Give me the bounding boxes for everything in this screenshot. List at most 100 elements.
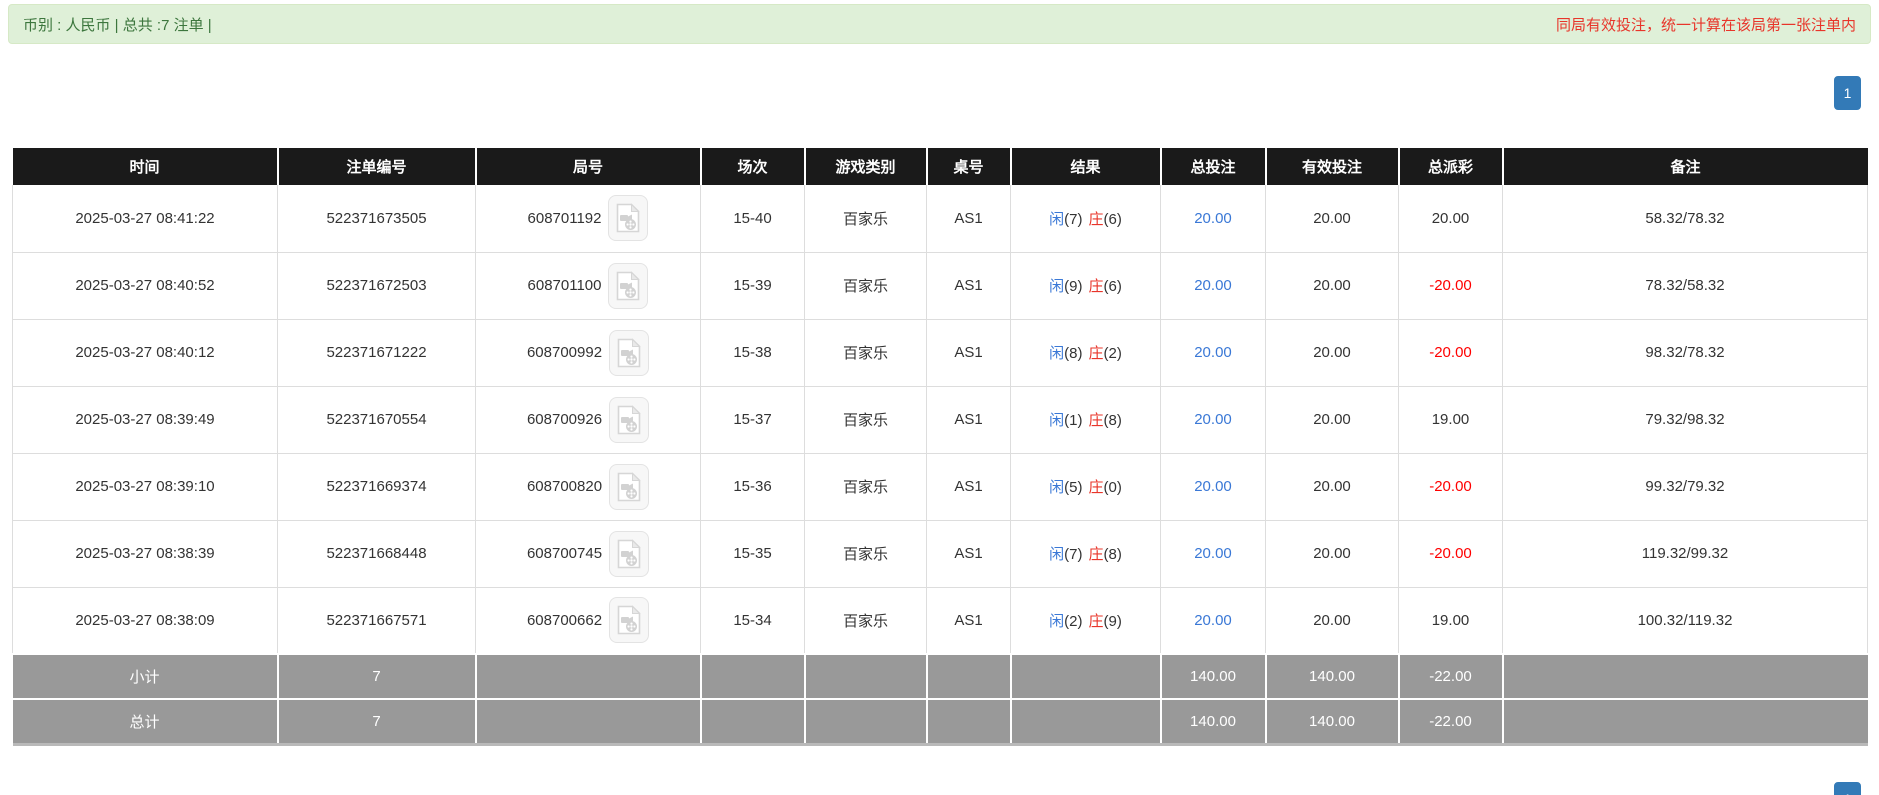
round-id-cell: 608700820 (475, 453, 701, 521)
session-cell: 15-37 (700, 386, 805, 454)
video-file-icon (617, 471, 641, 501)
result-cell: 闲(7) 庄(8) (1010, 520, 1161, 588)
table-no-cell: AS1 (926, 185, 1011, 253)
header-result: 结果 (1010, 148, 1162, 185)
table-no-cell: AS1 (926, 520, 1011, 588)
result-cell: 闲(2) 庄(9) (1010, 587, 1161, 655)
total-bet-link[interactable]: 20.00 (1194, 411, 1232, 428)
total-bet-link[interactable]: 20.00 (1194, 277, 1232, 294)
round-id-cell: 608700992 (475, 319, 701, 387)
subtotal-label: 小计 (12, 653, 279, 699)
result-player-label: 闲 (1049, 612, 1065, 630)
round-id-text: 608700926 (526, 411, 603, 428)
round-id-text: 608700745 (526, 545, 603, 562)
table-header-row: 时间 注单编号 局号 场次 游戏类别 桌号 结果 总投注 有效投注 总派彩 备注 (12, 148, 1868, 185)
payout-cell: -20.00 (1398, 453, 1503, 521)
video-file-icon (617, 203, 641, 233)
bet-id-cell: 522371670554 (277, 386, 476, 454)
result-player-label: 闲 (1049, 412, 1065, 429)
game-type-cell: 百家乐 (804, 185, 927, 253)
payout-cell: -20.00 (1398, 252, 1503, 320)
valid-bet-cell: 20.00 (1265, 386, 1399, 454)
header-round-id: 局号 (475, 148, 702, 185)
result-banker-label: 庄 (1088, 479, 1104, 496)
currency-summary-text: 币别 : 人民币 | 总共 :7 注单 | (23, 16, 212, 34)
total-bet-cell: 20.00 (1160, 386, 1266, 454)
game-type-cell: 百家乐 (804, 252, 927, 320)
header-total-bet: 总投注 (1160, 148, 1267, 185)
table-body: 2025-03-27 08:41:22 522371673505 6087011… (12, 185, 1868, 655)
table-no-cell: AS1 (926, 386, 1011, 454)
header-valid-bet: 有效投注 (1265, 148, 1400, 185)
payout-cell: -20.00 (1398, 520, 1503, 588)
table-no-cell: AS1 (926, 319, 1011, 387)
header-game-type: 游戏类别 (804, 148, 928, 185)
table-row: 2025-03-27 08:40:52 522371672503 6087011… (12, 252, 1868, 320)
total-payout: -22.00 (1398, 698, 1504, 746)
result-player-score: (7) (1064, 210, 1083, 228)
result-player-score: (8) (1064, 345, 1083, 362)
total-bet-link[interactable]: 20.00 (1194, 210, 1232, 227)
total-bet-cell: 20.00 (1160, 185, 1266, 253)
table-row: 2025-03-27 08:39:49 522371670554 6087009… (12, 386, 1868, 454)
game-type-cell: 百家乐 (804, 453, 927, 521)
round-id-text: 608701192 (527, 209, 602, 227)
video-playback-button[interactable] (608, 262, 649, 309)
table-no-cell: AS1 (926, 453, 1011, 521)
total-bet-link[interactable]: 20.00 (1194, 612, 1232, 629)
video-playback-button[interactable] (608, 195, 649, 242)
subtotal-row: 小计 7 140.00 140.00 -22.00 (12, 653, 1868, 699)
header-remark: 备注 (1502, 148, 1868, 185)
result-player-label: 闲 (1049, 210, 1065, 228)
total-total-bet: 140.00 (1160, 698, 1267, 746)
header-payout: 总派彩 (1398, 148, 1504, 185)
total-bet-cell: 20.00 (1160, 453, 1266, 521)
session-cell: 15-38 (700, 319, 805, 387)
total-label: 总计 (12, 698, 279, 746)
video-playback-button[interactable] (609, 329, 650, 376)
table-row: 2025-03-27 08:38:09 522371667571 6087006… (12, 587, 1868, 655)
pagination-page-1-bottom[interactable]: 1 (1834, 782, 1861, 795)
result-player-score: (2) (1064, 612, 1083, 630)
table-row: 2025-03-27 08:39:10 522371669374 6087008… (12, 453, 1868, 521)
session-cell: 15-35 (700, 520, 805, 588)
total-bet-link[interactable]: 20.00 (1194, 478, 1232, 495)
video-playback-button[interactable] (609, 463, 650, 510)
bet-records-table: 时间 注单编号 局号 场次 游戏类别 桌号 结果 总投注 有效投注 总派彩 备注… (12, 148, 1868, 746)
result-player-score: (1) (1064, 412, 1083, 429)
result-banker-score: (0) (1103, 479, 1122, 496)
total-bet-cell: 20.00 (1160, 252, 1266, 320)
valid-bet-cell: 20.00 (1265, 252, 1399, 320)
bet-id-cell: 522371668448 (277, 520, 476, 588)
subtotal-total-bet: 140.00 (1160, 653, 1267, 699)
result-cell: 闲(1) 庄(8) (1010, 386, 1161, 454)
total-bet-link[interactable]: 20.00 (1194, 344, 1232, 361)
round-id-cell: 608701192 (475, 185, 701, 253)
result-banker-label: 庄 (1088, 278, 1104, 295)
remark-cell: 99.32/79.32 (1502, 453, 1868, 521)
pagination-page-1-top[interactable]: 1 (1834, 76, 1861, 110)
payout-cell: 19.00 (1398, 386, 1503, 454)
subtotal-payout: -22.00 (1398, 653, 1504, 699)
total-bet-link[interactable]: 20.00 (1194, 545, 1232, 562)
result-player-label: 闲 (1049, 479, 1065, 496)
remark-cell: 119.32/99.32 (1502, 520, 1868, 588)
result-cell: 闲(9) 庄(6) (1010, 252, 1161, 320)
video-playback-button[interactable] (609, 396, 650, 443)
remark-cell: 78.32/58.32 (1502, 252, 1868, 320)
video-playback-button[interactable] (609, 530, 650, 577)
total-row: 总计 7 140.00 140.00 -22.00 (12, 698, 1868, 746)
game-type-cell: 百家乐 (804, 520, 927, 588)
header-time: 时间 (12, 148, 279, 185)
result-player-score: (7) (1064, 546, 1083, 563)
total-bet-cell: 20.00 (1160, 520, 1266, 588)
video-file-icon (617, 605, 641, 635)
bet-id-cell: 522371667571 (277, 587, 476, 655)
video-playback-button[interactable] (609, 597, 650, 644)
session-cell: 15-36 (700, 453, 805, 521)
total-bet-cell: 20.00 (1160, 587, 1266, 655)
result-banker-label: 庄 (1088, 612, 1104, 630)
valid-bet-cell: 20.00 (1265, 520, 1399, 588)
round-id-cell: 608701100 (475, 252, 701, 320)
bet-history-page: 币别 : 人民币 | 总共 :7 注单 | 同局有效投注，统一计算在该局第一张注… (0, 0, 1879, 795)
